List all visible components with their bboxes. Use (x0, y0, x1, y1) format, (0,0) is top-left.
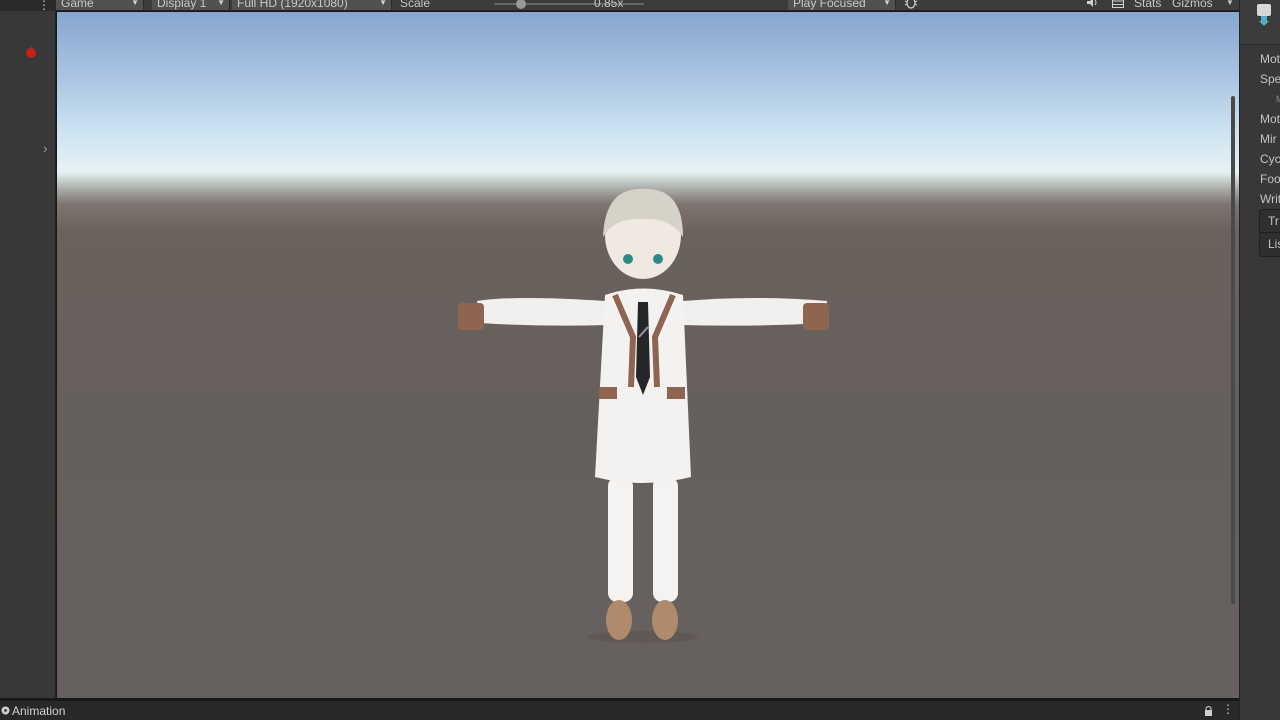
game-viewport[interactable] (57, 12, 1239, 698)
resolution-select-dropdown[interactable]: Full HD (1920x1080) ▼ (232, 0, 392, 10)
chevron-down-icon: ▼ (217, 0, 225, 7)
write-defaults-label: Writ (1260, 192, 1280, 206)
resolution-select-label: Full HD (1920x1080) (237, 0, 348, 10)
multiplier-label: M (1276, 91, 1280, 107)
gizmos-label: Gizmos (1172, 0, 1213, 10)
transitions-box: Tr Lis (1259, 209, 1280, 257)
tab-menu-icon[interactable]: ⋮ (1222, 702, 1234, 716)
play-mode-label: Play Focused (793, 0, 866, 10)
chevron-down-icon: ▼ (131, 0, 139, 7)
chevron-down-icon: ▼ (883, 0, 891, 7)
chevron-down-icon: ▼ (379, 0, 387, 7)
display-select-label: Display 1 (157, 0, 207, 10)
divider (1260, 232, 1280, 233)
gizmos-dropdown[interactable]: Gizmos ▼ (1172, 0, 1234, 10)
grid-icon[interactable] (1112, 0, 1124, 8)
game-view-toolbar: Game ▼ Display 1 ▼ Full HD (1920x1080) ▼… (56, 0, 1239, 11)
animation-icon (1, 706, 10, 715)
left-panel: ⋮ › (0, 0, 56, 698)
view-select-label: Game (61, 0, 94, 10)
view-select-dropdown[interactable]: Game ▼ (56, 0, 144, 10)
transitions-tab[interactable]: Tr (1268, 213, 1279, 229)
animation-clip-icon (1257, 4, 1271, 26)
motion-label: Mot (1260, 52, 1280, 66)
bug-icon[interactable] (904, 0, 918, 9)
expand-chevron-icon[interactable]: › (43, 140, 48, 156)
stats-button[interactable]: Stats (1134, 0, 1161, 10)
speed-label: Spe (1260, 72, 1280, 86)
foot-ik-label: Foo (1260, 172, 1280, 186)
animation-tab[interactable]: Animation (12, 704, 65, 718)
left-panel-header: ⋮ (0, 0, 56, 11)
animation-tab-bar: Animation ⋮ (0, 700, 1239, 720)
scale-slider-thumb[interactable] (516, 0, 526, 9)
display-select-dropdown[interactable]: Display 1 ▼ (152, 0, 230, 10)
speaker-icon[interactable] (1086, 0, 1098, 8)
inspector-header (1240, 0, 1280, 45)
left-panel-menu-icon[interactable]: ⋮ (38, 0, 50, 11)
lock-icon[interactable] (1204, 705, 1213, 716)
inspector-panel: Mot Spe M Mot Mir Cyc Foo Writ Tr Lis (1239, 0, 1280, 720)
viewport-vertical-scrollbar[interactable] (1231, 96, 1235, 604)
play-mode-dropdown[interactable]: Play Focused ▼ (788, 0, 896, 10)
cycle-offset-label: Cyc (1260, 152, 1280, 166)
motion-time-label: Mot (1260, 112, 1280, 126)
scale-value: 0.85x (594, 0, 624, 10)
mirror-label: Mir (1260, 132, 1277, 146)
scale-label: Scale (400, 0, 431, 10)
list-item[interactable]: Lis (1268, 236, 1280, 252)
apple-icon (26, 46, 36, 58)
character-model (458, 188, 829, 643)
chevron-down-icon: ▼ (1226, 0, 1234, 7)
